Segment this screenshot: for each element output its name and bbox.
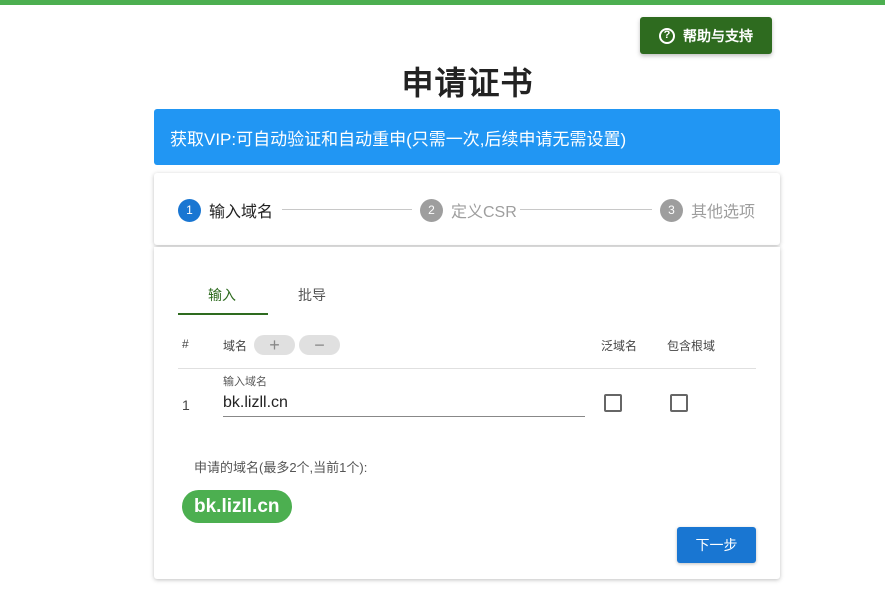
vip-banner-text: 获取VIP:可自动验证和自动重申(只需一次,后续申请无需设置) — [170, 129, 627, 149]
header-divider — [178, 368, 756, 369]
domain-field-label: 输入域名 — [223, 376, 267, 388]
include-root-checkbox[interactable] — [670, 394, 688, 412]
remove-domain-button[interactable]: − — [299, 335, 340, 355]
domain-input[interactable] — [223, 389, 585, 417]
vip-banner[interactable]: 获取VIP:可自动验证和自动重申(只需一次,后续申请无需设置) — [154, 109, 780, 165]
column-header-domain: 域名 — [223, 339, 248, 353]
step-connector — [520, 209, 652, 210]
add-domain-button[interactable]: + — [254, 335, 295, 355]
step-input-domain: 1 输入域名 — [178, 198, 273, 222]
active-tab-indicator — [178, 313, 268, 315]
help-circle-icon: ? — [659, 27, 675, 44]
step-define-csr: 2 定义CSR — [420, 198, 517, 222]
stepper: 1 输入域名 2 定义CSR 3 其他选项 — [154, 173, 780, 245]
row-index: 1 — [182, 397, 190, 413]
step-label: 定义CSR — [451, 204, 517, 221]
step-label: 输入域名 — [209, 204, 274, 221]
help-support-button[interactable]: ? 帮助与支持 — [640, 17, 772, 54]
column-header-index: # — [182, 337, 189, 351]
tab-input[interactable]: 输入 — [208, 285, 236, 305]
step-label: 其他选项 — [691, 204, 756, 221]
step-number: 2 — [420, 198, 443, 222]
applied-domains-label: 申请的域名(最多2个,当前1个): — [194, 460, 368, 475]
applied-domain-chip: bk.lizll.cn — [182, 490, 292, 523]
page-title: 申请证书 — [401, 65, 534, 101]
domain-form-card: 输入 批导 # 域名 + − 泛域名 包含根域 1 输入域名 申请的域名(最多2… — [154, 247, 780, 579]
help-support-label: 帮助与支持 — [683, 27, 753, 44]
step-connector — [282, 209, 412, 210]
column-header-wildcard: 泛域名 — [601, 339, 638, 353]
tab-batch-import[interactable]: 批导 — [298, 285, 326, 305]
column-header-include-root: 包含根域 — [667, 339, 716, 353]
step-other-options: 3 其他选项 — [660, 198, 755, 222]
wildcard-checkbox[interactable] — [604, 394, 622, 412]
step-number: 3 — [660, 198, 683, 222]
top-accent-bar — [0, 0, 885, 5]
step-number: 1 — [178, 198, 201, 222]
next-step-button[interactable]: 下一步 — [677, 527, 756, 563]
